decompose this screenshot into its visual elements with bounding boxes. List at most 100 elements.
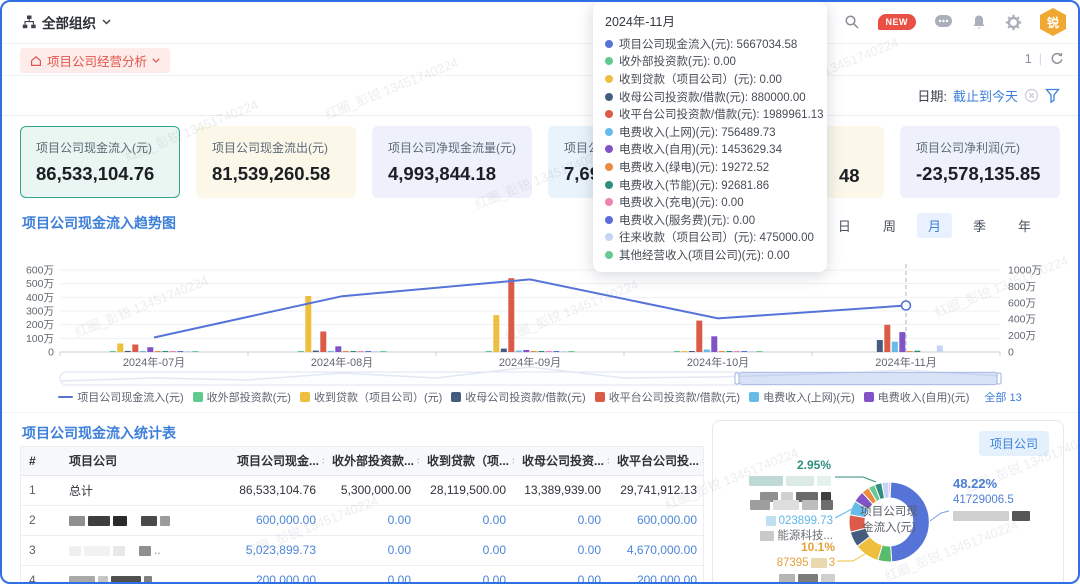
table-header-2[interactable]: 项目公司现金... — [229, 447, 324, 475]
bar-segment[interactable] — [877, 340, 883, 352]
period-tab-周[interactable]: 周 — [872, 213, 907, 238]
table-header-5[interactable]: 收母公司投资... — [514, 447, 609, 475]
donut-filter-badge[interactable]: 项目公司 — [979, 431, 1049, 456]
bar-segment[interactable] — [486, 351, 492, 352]
period-tab-季[interactable]: 季 — [962, 213, 997, 238]
message-icon[interactable] — [934, 14, 953, 30]
bar-segment[interactable] — [719, 351, 725, 352]
bar-segment[interactable] — [185, 351, 191, 352]
kpi-card-6[interactable]: 项目公司净利润(元)-23,578,135.85 — [900, 126, 1060, 198]
bell-icon[interactable] — [971, 14, 987, 31]
table-row[interactable]: 4...200,000.000.000.000.00200,000.00 — [21, 565, 704, 584]
bar-segment[interactable] — [170, 351, 176, 352]
bar-segment[interactable] — [726, 351, 732, 352]
legend-item[interactable]: 电费收入(自用)(元) — [864, 389, 970, 405]
bar-segment[interactable] — [380, 351, 386, 352]
date-filter-value[interactable]: 截止到今天 — [953, 86, 1018, 105]
legend-show-all-link[interactable]: 全部 13 — [984, 389, 1021, 405]
tab-project-analysis[interactable]: 项目公司经营分析 — [20, 48, 170, 73]
legend-item[interactable]: 电费收入(上网)(元) — [749, 389, 855, 405]
bar-segment[interactable] — [350, 351, 356, 352]
bar-segment[interactable] — [674, 351, 680, 352]
legend-item[interactable]: 收母公司投资款/借款(元) — [451, 389, 585, 405]
bar-segment[interactable] — [155, 351, 161, 352]
bar-segment[interactable] — [125, 351, 131, 352]
user-avatar[interactable]: 锐 — [1040, 8, 1066, 36]
bar-segment[interactable] — [538, 351, 544, 352]
bar-segment[interactable] — [681, 351, 687, 352]
table-row[interactable]: 3..5,023,899.730.000.000.004,670,000.00 — [21, 535, 704, 565]
bar-segment[interactable] — [749, 351, 755, 352]
bar-segment[interactable] — [177, 351, 183, 352]
bar-segment[interactable] — [914, 351, 920, 352]
bar-segment[interactable] — [192, 351, 198, 352]
bar-segment[interactable] — [147, 347, 153, 352]
datazoom-handle-left[interactable] — [735, 373, 739, 384]
bar-segment[interactable] — [110, 351, 116, 352]
bar-segment[interactable] — [320, 332, 326, 353]
bar-segment[interactable] — [568, 351, 574, 352]
bar-segment[interactable] — [696, 321, 702, 352]
date-filter[interactable]: 日期: 截止到今天 — [917, 86, 1060, 105]
bar-segment[interactable] — [162, 351, 168, 352]
table-row[interactable]: 2600,000.000.000.000.00600,000.00 — [21, 505, 704, 535]
sort-icon[interactable] — [702, 456, 704, 466]
period-tab-月[interactable]: 月 — [917, 213, 952, 238]
bar-segment[interactable] — [689, 351, 695, 352]
bar-segment[interactable] — [335, 346, 341, 352]
legend-item[interactable]: 收外部投资款(元) — [193, 389, 291, 405]
gear-icon[interactable] — [1005, 14, 1022, 31]
sort-icon[interactable] — [322, 456, 324, 466]
bar-segment[interactable] — [132, 345, 138, 353]
kpi-card-1[interactable]: 项目公司现金流入(元)86,533,104.76 — [20, 126, 180, 198]
bar-segment[interactable] — [884, 325, 890, 352]
clear-filter-icon[interactable] — [1024, 88, 1039, 103]
bar-segment[interactable] — [907, 351, 913, 352]
bar-segment[interactable] — [358, 351, 364, 352]
bar-segment[interactable] — [561, 351, 567, 352]
table-header-4[interactable]: 收到贷款（项... — [419, 447, 514, 475]
table-row[interactable]: 1总计86,533,104.765,300,000.0028,119,500.0… — [21, 475, 704, 505]
bar-segment[interactable] — [365, 351, 371, 352]
datazoom-handle-right[interactable] — [997, 373, 1001, 384]
bar-segment[interactable] — [493, 315, 499, 352]
table-header-6[interactable]: 收平台公司投... — [609, 447, 704, 475]
bar-segment[interactable] — [711, 336, 717, 352]
bar-segment[interactable] — [508, 278, 514, 352]
bar-segment[interactable] — [516, 351, 522, 352]
period-tab-年[interactable]: 年 — [1007, 213, 1042, 238]
bar-segment[interactable] — [343, 351, 349, 352]
period-tab-日[interactable]: 日 — [827, 213, 862, 238]
bar-segment[interactable] — [553, 351, 559, 352]
kpi-card-2[interactable]: 项目公司现金流出(元)81,539,260.58 — [196, 126, 356, 198]
refresh-icon[interactable] — [1049, 51, 1064, 66]
bar-segment[interactable] — [734, 351, 740, 352]
sort-icon[interactable] — [512, 456, 514, 466]
bar-segment[interactable] — [546, 351, 552, 352]
trend-chart[interactable]: 2024年-07月2024年-08月2024年-09月2024年-10月2024… — [20, 256, 1060, 388]
bar-segment[interactable] — [373, 351, 379, 352]
trend-line[interactable] — [154, 279, 906, 337]
bar-segment[interactable] — [523, 350, 529, 352]
bar-segment[interactable] — [117, 344, 123, 353]
bar-segment[interactable] — [531, 351, 537, 352]
bar-segment[interactable] — [756, 351, 762, 352]
bar-segment[interactable] — [899, 332, 905, 352]
new-badge[interactable]: NEW — [878, 14, 917, 30]
sort-icon[interactable] — [417, 456, 419, 466]
bar-segment[interactable] — [741, 351, 747, 352]
bar-segment[interactable] — [298, 351, 304, 352]
legend-item[interactable]: 收平台公司投资款/借款(元) — [595, 389, 740, 405]
filter-funnel-icon[interactable] — [1045, 88, 1060, 103]
legend-item[interactable]: 项目公司现金流入(元) — [58, 389, 183, 405]
bar-segment[interactable] — [704, 350, 710, 353]
search-icon[interactable] — [844, 14, 860, 30]
sort-icon[interactable] — [607, 456, 609, 466]
table-header-3[interactable]: 收外部投资款... — [324, 447, 419, 475]
bar-segment[interactable] — [501, 349, 507, 352]
bar-segment[interactable] — [328, 351, 334, 352]
org-selector[interactable]: 全部组织 — [22, 12, 111, 32]
legend-item[interactable]: 收到贷款（项目公司）(元) — [300, 389, 442, 405]
datazoom-selection[interactable] — [737, 373, 1000, 385]
bar-segment[interactable] — [140, 351, 146, 352]
